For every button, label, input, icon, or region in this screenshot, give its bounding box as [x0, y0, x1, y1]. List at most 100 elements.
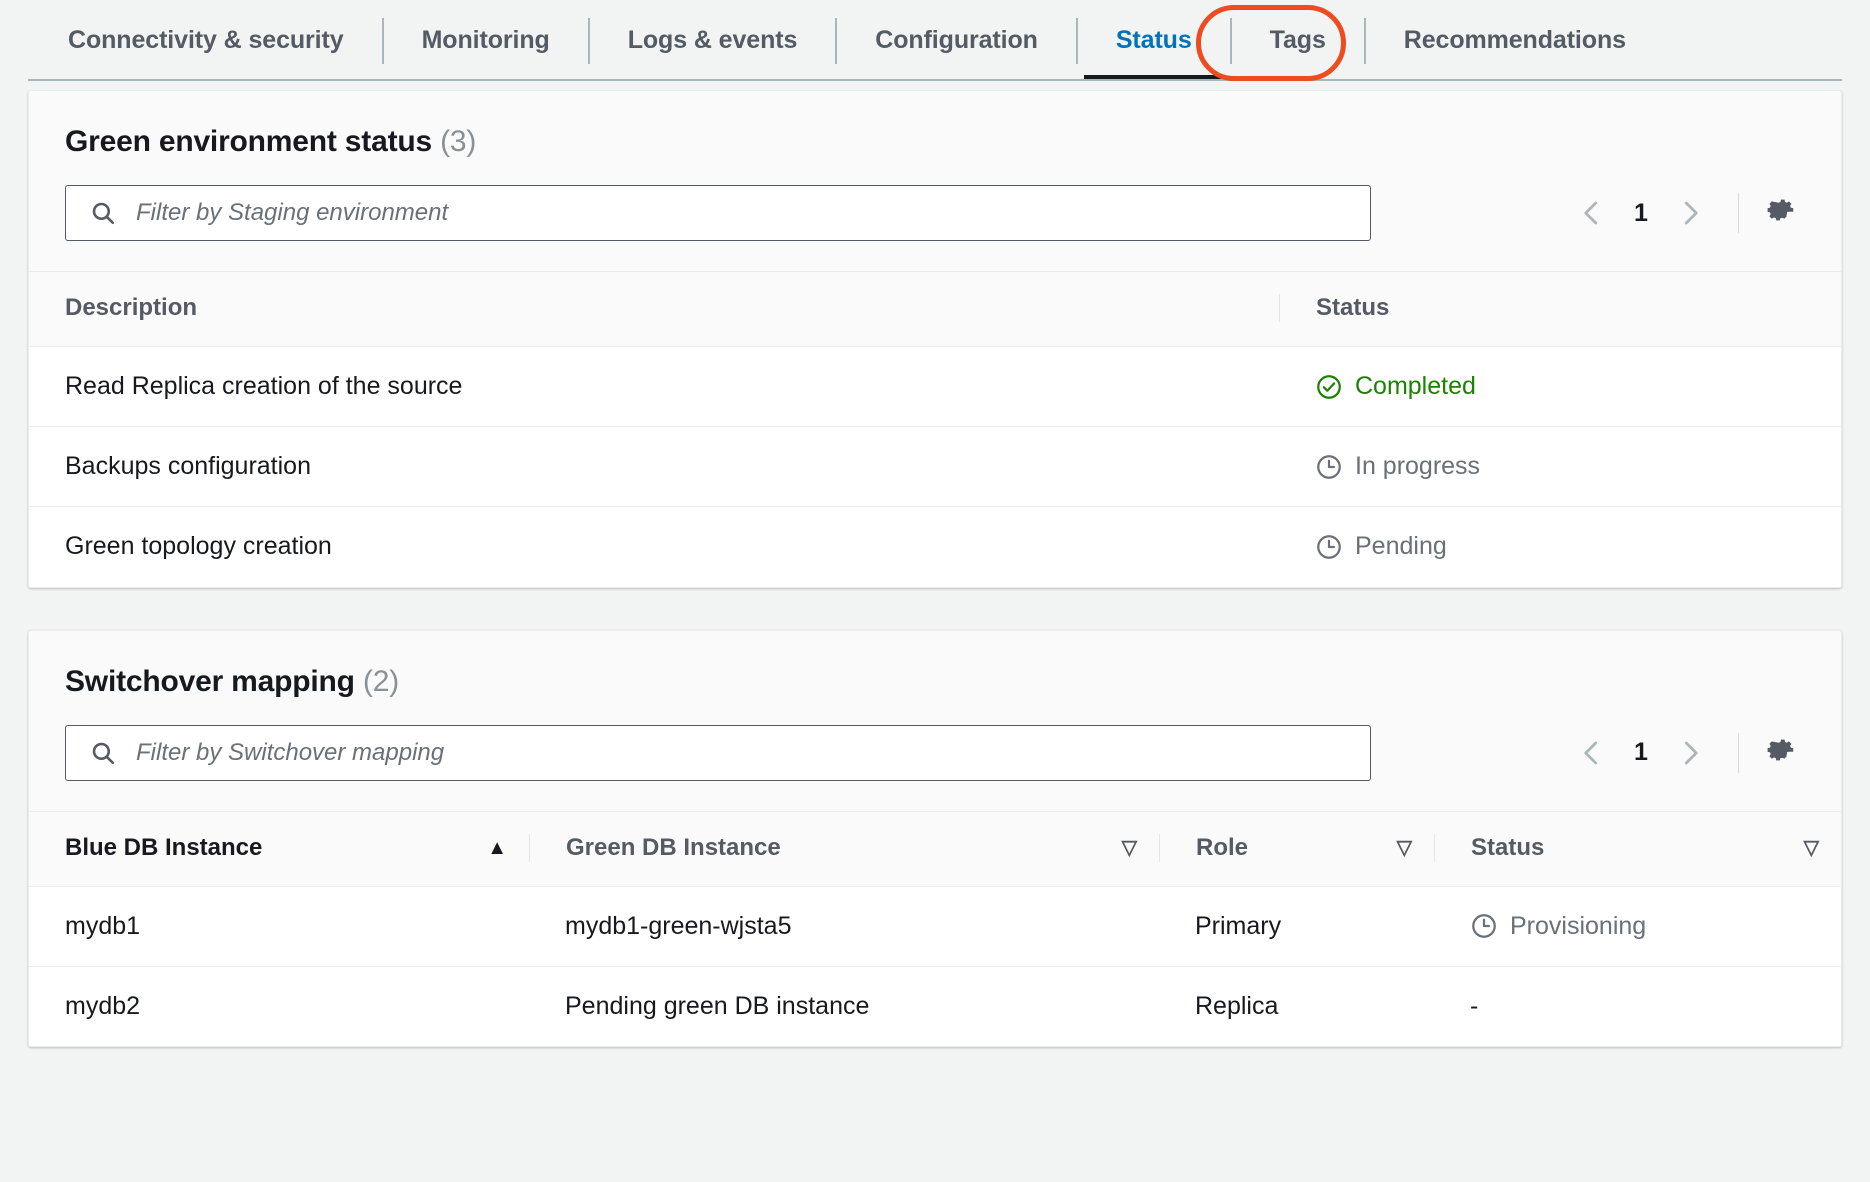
pagination-divider: [1738, 193, 1739, 233]
status-badge: Completed: [1315, 372, 1805, 401]
page-number[interactable]: 1: [1618, 199, 1664, 228]
sort-none-icon: ▽: [1804, 838, 1819, 858]
table-row: mydb1mydb1-green-wjsta5Primary Provisioni…: [29, 886, 1841, 966]
tab-logs-events[interactable]: Logs & events: [590, 0, 836, 81]
switchover-mapping-count: (2): [363, 665, 399, 698]
status-label: Completed: [1355, 372, 1476, 401]
tab-label: Connectivity & security: [68, 26, 344, 55]
cell-green-db-instance: mydb1-green-wjsta5: [529, 886, 1159, 966]
clock-icon: [1315, 533, 1343, 561]
tab-monitoring[interactable]: Monitoring: [384, 0, 588, 81]
switchover-mapping-title: Switchover mapping (2): [65, 667, 1805, 697]
tab-tags[interactable]: Tags: [1232, 0, 1364, 81]
table-header-row: Blue DB Instance ▲ Green DB Instance ▽ Role ▽…: [29, 811, 1841, 886]
cell-role: Replica: [1159, 966, 1434, 1046]
tab-bar-divider: [28, 79, 1842, 81]
tab-label: Monitoring: [422, 26, 550, 55]
cell-status: Completed: [1279, 347, 1841, 427]
column-header-role[interactable]: Role ▽: [1159, 811, 1434, 886]
column-header-description-label: Description: [65, 294, 197, 322]
column-header-description[interactable]: Description: [29, 272, 1279, 347]
green-environment-status-table: Description Status Read Replica creation…: [29, 271, 1841, 587]
green-environment-status-filter-input[interactable]: [134, 186, 1370, 240]
tab-label: Recommendations: [1404, 26, 1626, 55]
status-label: In progress: [1355, 452, 1480, 481]
column-header-label: Blue DB Instance: [65, 834, 262, 862]
cell-green-db-instance: Pending green DB instance: [529, 966, 1159, 1046]
column-header-label: Status: [1471, 834, 1544, 862]
tab-bar: Connectivity & security Monitoring Logs & …: [0, 0, 1870, 90]
pagination-divider: [1738, 733, 1739, 773]
tab-configuration[interactable]: Configuration: [837, 0, 1076, 81]
clock-icon: [1470, 912, 1498, 940]
status-badge: Provisioning: [1470, 912, 1805, 941]
column-header-status-label: Status: [1316, 294, 1389, 322]
cell-role: Primary: [1159, 886, 1434, 966]
column-header-status[interactable]: Status ▽: [1434, 811, 1841, 886]
clock-icon: [1315, 453, 1343, 481]
status-label: Pending: [1355, 532, 1447, 561]
cell-blue-db-instance: mydb2: [29, 966, 529, 1046]
search-icon: [90, 740, 116, 766]
green-environment-status-pagination: 1: [1566, 185, 1805, 241]
chevron-right-icon[interactable]: [1664, 727, 1716, 779]
status-badge: Pending: [1315, 532, 1805, 561]
sort-ascending-icon: ▲: [487, 838, 507, 858]
tab-connectivity-security[interactable]: Connectivity & security: [28, 0, 382, 81]
tab-label: Status: [1116, 26, 1192, 55]
cell-description: Backups configuration: [29, 427, 1279, 507]
status-label: -: [1470, 992, 1478, 1021]
switchover-mapping-filter-row: 1: [29, 697, 1841, 811]
column-header-status[interactable]: Status: [1279, 272, 1841, 347]
column-header-blue-db-instance[interactable]: Blue DB Instance ▲: [29, 811, 529, 886]
chevron-right-icon[interactable]: [1664, 187, 1716, 239]
cell-status: -: [1434, 966, 1841, 1046]
tab-status[interactable]: Status: [1078, 0, 1230, 81]
table-row: Green topology creation Pending: [29, 507, 1841, 587]
status-badge: -: [1470, 992, 1805, 1021]
green-environment-status-search-box[interactable]: [65, 185, 1371, 241]
page-number[interactable]: 1: [1618, 738, 1664, 767]
tab-label: Tags: [1270, 26, 1326, 55]
cell-status: Provisioning: [1434, 886, 1841, 966]
switchover-mapping-search-box[interactable]: [65, 725, 1371, 781]
gear-icon[interactable]: [1759, 190, 1805, 236]
switchover-mapping-pagination: 1: [1566, 725, 1805, 781]
cell-description: Read Replica creation of the source: [29, 347, 1279, 427]
switchover-mapping-card: Switchover mapping (2) 1: [28, 630, 1842, 1048]
table-row: mydb2Pending green DB instanceReplica -: [29, 966, 1841, 1046]
table-row: Read Replica creation of the source Compl…: [29, 347, 1841, 427]
status-label: Provisioning: [1510, 912, 1646, 941]
table-header-row: Description Status: [29, 272, 1841, 347]
tab-recommendations[interactable]: Recommendations: [1366, 0, 1664, 81]
status-badge: In progress: [1315, 452, 1805, 481]
switchover-mapping-filter-input[interactable]: [134, 726, 1370, 780]
chevron-left-icon[interactable]: [1566, 727, 1618, 779]
cell-blue-db-instance: mydb1: [29, 886, 529, 966]
switchover-mapping-table: Blue DB Instance ▲ Green DB Instance ▽ Role ▽…: [29, 811, 1841, 1047]
tab-label: Configuration: [875, 26, 1038, 55]
gear-icon[interactable]: [1759, 730, 1805, 776]
table-row: Backups configuration In progress: [29, 427, 1841, 507]
switchover-mapping-title-text: Switchover mapping: [65, 665, 355, 698]
green-environment-status-title-text: Green environment status: [65, 125, 432, 158]
green-environment-status-card: Green environment status (3) 1: [28, 90, 1842, 588]
cell-status: Pending: [1279, 507, 1841, 587]
green-environment-status-filter-row: 1: [29, 157, 1841, 271]
check-circle-icon: [1315, 373, 1343, 401]
search-icon: [90, 200, 116, 226]
tab-list: Connectivity & security Monitoring Logs & …: [28, 0, 1664, 81]
tab-label: Logs & events: [628, 26, 798, 55]
column-header-label: Role: [1196, 834, 1248, 862]
column-header-label: Green DB Instance: [566, 834, 781, 862]
green-environment-status-count: (3): [440, 125, 476, 158]
switchover-mapping-header: Switchover mapping (2): [29, 631, 1841, 697]
green-environment-status-title: Green environment status (3): [65, 127, 1805, 157]
sort-none-icon: ▽: [1122, 838, 1137, 858]
cell-description: Green topology creation: [29, 507, 1279, 587]
green-environment-status-header: Green environment status (3): [29, 91, 1841, 157]
chevron-left-icon[interactable]: [1566, 187, 1618, 239]
cell-status: In progress: [1279, 427, 1841, 507]
column-header-green-db-instance[interactable]: Green DB Instance ▽: [529, 811, 1159, 886]
sort-none-icon: ▽: [1397, 838, 1412, 858]
